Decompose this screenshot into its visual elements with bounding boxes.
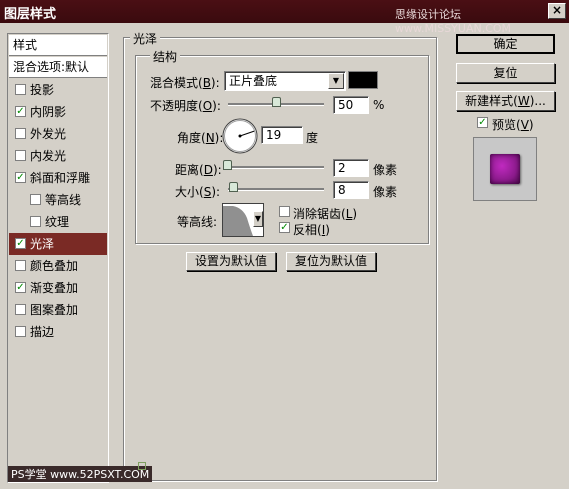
sidebar-item-label: 光泽 bbox=[30, 237, 55, 251]
opacity-label: 不透明度(O): bbox=[150, 99, 221, 113]
sidebar-item-label: 颜色叠加 bbox=[30, 259, 79, 273]
satin-group-title: 光泽 bbox=[130, 30, 161, 47]
sidebar-item[interactable]: ✓ 内阴影 bbox=[9, 101, 107, 123]
angle-label: 角度(N): bbox=[177, 131, 224, 145]
distance-unit: 像素 bbox=[373, 163, 398, 177]
opacity-slider-thumb[interactable] bbox=[272, 97, 281, 107]
structure-group-title: 结构 bbox=[150, 48, 181, 65]
sidebar-item-checkbox[interactable]: ✓ bbox=[15, 106, 26, 117]
sidebar-item[interactable]: 描边 bbox=[9, 321, 107, 343]
styles-list: 样式 混合选项:默认 投影 ✓ 内阴影外发光内发光 ✓ 斜面和浮雕等高线纹理 ✓ 光泽颜色叠… bbox=[7, 33, 109, 483]
opacity-input[interactable]: 50 bbox=[333, 96, 369, 114]
sidebar-item-checkbox[interactable] bbox=[30, 216, 41, 227]
sidebar-item[interactable]: 外发光 bbox=[9, 123, 107, 145]
size-slider-track[interactable] bbox=[228, 188, 324, 191]
sidebar-item-label: 图案叠加 bbox=[30, 303, 79, 317]
angle-input[interactable]: 19 bbox=[261, 126, 303, 144]
distance-slider-track[interactable] bbox=[228, 166, 324, 169]
sidebar-item-checkbox[interactable] bbox=[15, 304, 26, 315]
blend-options-item[interactable]: 混合选项:默认 bbox=[9, 57, 107, 78]
new-style-button[interactable]: 新建样式(W)... bbox=[456, 91, 555, 111]
contour-picker[interactable]: ▼ bbox=[222, 203, 264, 237]
close-button[interactable]: × bbox=[548, 3, 566, 19]
sidebar-item-checkbox[interactable] bbox=[15, 84, 26, 95]
sidebar-item[interactable]: 等高线 bbox=[9, 189, 107, 211]
angle-dial[interactable] bbox=[221, 117, 259, 155]
chevron-down-icon[interactable]: ▼ bbox=[328, 73, 344, 89]
distance-input[interactable]: 2 bbox=[333, 159, 369, 177]
sidebar-item-label: 斜面和浮雕 bbox=[30, 171, 91, 185]
preview-checkbox[interactable]: ✓ bbox=[477, 117, 488, 128]
sidebar-item[interactable]: ✓ 斜面和浮雕 bbox=[9, 167, 107, 189]
preview-box bbox=[473, 137, 537, 201]
styles-header[interactable]: 样式 bbox=[9, 35, 107, 56]
sidebar-item[interactable]: 投影 bbox=[9, 79, 107, 101]
sidebar-item-label: 渐变叠加 bbox=[30, 281, 79, 295]
resize-grip-icon[interactable] bbox=[138, 462, 146, 470]
size-label: 大小(S): bbox=[175, 185, 221, 199]
set-default-button[interactable]: 设置为默认值 bbox=[186, 252, 276, 271]
sidebar-item-checkbox[interactable] bbox=[30, 194, 41, 205]
sidebar-item-label: 纹理 bbox=[45, 215, 70, 229]
sidebar-item-checkbox[interactable]: ✓ bbox=[15, 282, 26, 293]
contour-dropdown-icon[interactable]: ▼ bbox=[253, 211, 263, 227]
sidebar-item-label: 外发光 bbox=[30, 127, 67, 141]
title-bar[interactable]: 图层样式 思缘设计论坛 www.MISSYUAN.COM × bbox=[0, 0, 569, 35]
preview-swatch bbox=[490, 154, 520, 184]
reset-default-button[interactable]: 复位为默认值 bbox=[286, 252, 376, 271]
sidebar-item[interactable]: ✓ 光泽 bbox=[9, 233, 107, 255]
blend-mode-select[interactable]: 正片叠底 ▼ bbox=[224, 71, 346, 91]
size-input[interactable]: 8 bbox=[333, 181, 369, 199]
sidebar-item[interactable]: ✓ 渐变叠加 bbox=[9, 277, 107, 299]
preview-label[interactable]: 预览(V) bbox=[492, 116, 534, 133]
blend-mode-label: 混合模式(B): bbox=[150, 76, 220, 90]
sidebar-item-checkbox[interactable]: ✓ bbox=[15, 172, 26, 183]
window-title: 图层样式 bbox=[4, 7, 57, 22]
angle-unit: 度 bbox=[306, 131, 319, 145]
size-unit: 像素 bbox=[373, 185, 398, 199]
sidebar-item[interactable]: 纹理 bbox=[9, 211, 107, 233]
contour-label: 等高线: bbox=[177, 215, 218, 229]
sidebar-item-checkbox[interactable]: ✓ bbox=[15, 238, 26, 249]
antialias-checkbox[interactable] bbox=[279, 206, 290, 217]
opacity-unit: % bbox=[373, 98, 385, 112]
sidebar-item-checkbox[interactable] bbox=[15, 128, 26, 139]
ok-button[interactable]: 确定 bbox=[456, 34, 555, 54]
sidebar-item[interactable]: 内发光 bbox=[9, 145, 107, 167]
sidebar-item[interactable]: 颜色叠加 bbox=[9, 255, 107, 277]
antialias-label[interactable]: 消除锯齿(L) bbox=[293, 205, 357, 222]
blend-color-swatch[interactable] bbox=[348, 71, 378, 89]
contour-curve-icon bbox=[223, 206, 253, 236]
sidebar-item-label: 等高线 bbox=[45, 193, 82, 207]
distance-slider-thumb[interactable] bbox=[223, 160, 232, 170]
invert-label[interactable]: 反相(I) bbox=[293, 221, 330, 238]
invert-checkbox[interactable]: ✓ bbox=[279, 222, 290, 233]
blend-mode-value: 正片叠底 bbox=[229, 74, 278, 88]
watermark-top: 思缘设计论坛 www.MISSYUAN.COM bbox=[395, 8, 512, 35]
watermark-bottom: PS学堂 www.52PSXT.COM bbox=[8, 466, 153, 482]
reset-button[interactable]: 复位 bbox=[456, 63, 555, 83]
sidebar-item-checkbox[interactable] bbox=[15, 150, 26, 161]
sidebar-item-label: 描边 bbox=[30, 325, 55, 339]
distance-label: 距离(D): bbox=[175, 163, 222, 177]
sidebar-item-label: 投影 bbox=[30, 83, 55, 97]
sidebar-item[interactable]: 图案叠加 bbox=[9, 299, 107, 321]
sidebar-item-checkbox[interactable] bbox=[15, 326, 26, 337]
sidebar-item-label: 内阴影 bbox=[30, 105, 67, 119]
size-slider-thumb[interactable] bbox=[229, 182, 238, 192]
sidebar-item-label: 内发光 bbox=[30, 149, 67, 163]
sidebar-item-checkbox[interactable] bbox=[15, 260, 26, 271]
